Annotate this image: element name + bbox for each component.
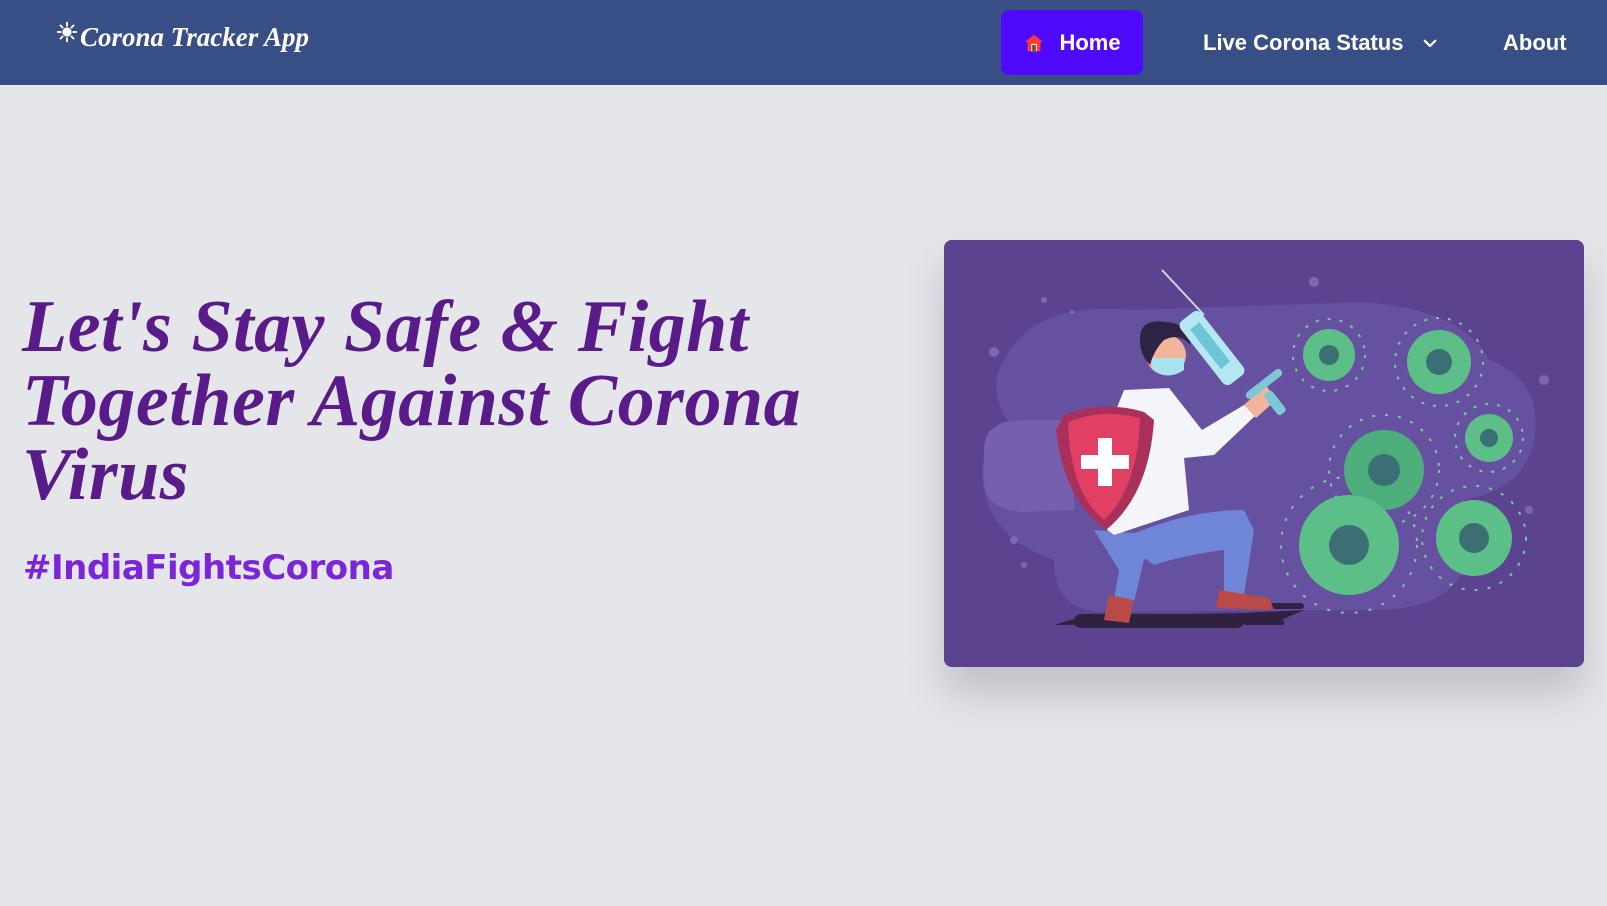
- virus-icon: [56, 21, 78, 43]
- navbar: Corona Tracker App Home Live Corona Stat…: [0, 0, 1607, 85]
- brand-title: Corona Tracker App: [80, 22, 310, 52]
- nav-live-status-label: Live Corona Status: [1203, 29, 1404, 55]
- brand-link[interactable]: Corona Tracker App: [56, 21, 310, 53]
- hero-illustration-card: [944, 240, 1584, 667]
- hero-headline-line-3: Virus: [22, 434, 190, 516]
- nav-about-label: About: [1503, 29, 1567, 55]
- doctor-fighting-virus-illustration: [944, 240, 1584, 667]
- home-icon: [1025, 34, 1044, 51]
- nav-home-label: Home: [1059, 29, 1121, 55]
- hero-headline: Let's Stay Safe & Fight Together Against…: [22, 290, 882, 512]
- hero-headline-line-1: Let's Stay Safe & Fight: [22, 286, 749, 368]
- nav-about-link[interactable]: About: [1503, 10, 1583, 75]
- chevron-down-icon: [1424, 39, 1437, 47]
- hero-headline-line-2: Together Against Corona: [22, 360, 802, 442]
- nav-home-link[interactable]: Home: [1001, 10, 1143, 75]
- nav-live-status-dropdown[interactable]: Live Corona Status: [1203, 10, 1443, 75]
- hashtag: #IndiaFightsCorona: [23, 548, 394, 588]
